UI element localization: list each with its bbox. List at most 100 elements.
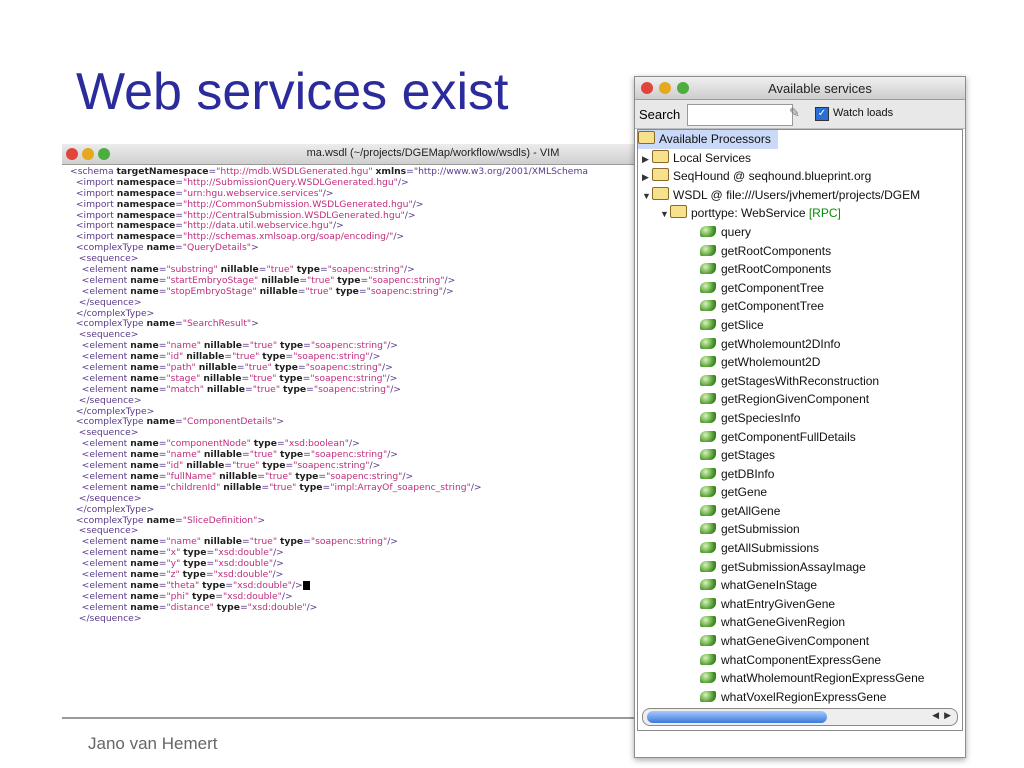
operation-gem-icon: [700, 542, 716, 554]
code-line: <complexType name="SearchResult">: [70, 318, 259, 330]
operation-gem-icon: [700, 690, 716, 702]
operation-gem-icon: [700, 244, 716, 256]
operation-label: whatWholemountRegionExpressGene: [721, 671, 925, 686]
operation-label: getSubmission: [721, 522, 800, 537]
operation-item[interactable]: getAllGene: [638, 502, 962, 521]
operation-item[interactable]: getWholemount2D: [638, 353, 962, 372]
operation-gem-icon: [700, 672, 716, 684]
operation-label: getAllGene: [721, 503, 781, 518]
operation-gem-icon: [700, 393, 716, 405]
operation-gem-icon: [700, 225, 716, 237]
operation-item[interactable]: getStagesWithReconstruction: [638, 372, 962, 391]
operation-label: getRegionGivenComponent: [721, 392, 870, 407]
tree-item-label: SeqHound @ seqhound.blueprint.org: [673, 169, 872, 184]
clear-search-icon[interactable]: ✎: [789, 105, 809, 123]
code-line: <element name="childrenId" nillable="tru…: [70, 481, 482, 493]
operation-gem-icon: [700, 449, 716, 461]
vim-titlebar: ma.wsdl (~/projects/DGEMap/workflow/wsdl…: [62, 144, 634, 165]
operation-item[interactable]: getDBInfo: [638, 465, 962, 484]
collapse-triangle-icon[interactable]: ▼: [642, 187, 652, 206]
operation-gem-icon: [700, 337, 716, 349]
operation-item[interactable]: getSubmissionAssayImage: [638, 558, 962, 577]
code-line: <complexType name="QueryDetails">: [70, 242, 259, 254]
operation-label: getSpeciesInfo: [721, 410, 801, 425]
operation-item[interactable]: whatGeneInStage: [638, 576, 962, 595]
operation-gem-icon: [700, 300, 716, 312]
search-input[interactable]: [687, 104, 793, 126]
collapse-triangle-icon[interactable]: ▼: [660, 205, 670, 224]
operation-item[interactable]: getRootComponents: [638, 242, 962, 261]
tree-item-label: Available Processors: [659, 132, 771, 146]
folder-icon: [652, 149, 669, 163]
operation-gem-icon: [700, 653, 716, 665]
code-line: </sequence>: [70, 296, 142, 308]
code-line: <element name="stopEmbryoStage" nillable…: [70, 285, 454, 297]
code-line: </sequence>: [70, 612, 142, 624]
text-cursor: [302, 580, 310, 590]
operation-item[interactable]: getSlice: [638, 316, 962, 335]
tree-item-label: WSDL @ file:///Users/jvhemert/projects/D…: [673, 187, 921, 202]
operation-item[interactable]: whatEntryGivenGene: [638, 595, 962, 614]
services-window-title: Available services: [768, 81, 872, 96]
operation-item[interactable]: getGene: [638, 483, 962, 502]
operation-item[interactable]: getRegionGivenComponent: [638, 390, 962, 409]
operation-item[interactable]: query: [638, 223, 962, 242]
code-line: </sequence>: [70, 492, 142, 504]
operation-gem-icon: [700, 374, 716, 386]
operation-gem-icon: [700, 411, 716, 423]
horizontal-scrollbar[interactable]: ◀ ▶: [642, 708, 958, 726]
processor-tree[interactable]: Available Processors ▶ Local Services ▶ Se…: [637, 129, 963, 731]
operation-label: getGene: [721, 485, 768, 500]
operations-list: query getRootComponents getRootComponents g…: [638, 223, 962, 725]
scroll-left-icon[interactable]: ◀: [932, 710, 939, 721]
slide-footer: Jano van Hemert: [88, 734, 218, 753]
operation-item[interactable]: whatGeneGivenRegion: [638, 613, 962, 632]
search-bar: Search ✎ ✓ Watch loads: [635, 100, 965, 129]
operation-item[interactable]: whatVoxelRegionExpressGene: [638, 688, 962, 707]
watch-loads-label: Watch loads: [833, 107, 894, 119]
operation-label: getAllSubmissions: [721, 541, 820, 556]
operation-item[interactable]: getRootComponents: [638, 260, 962, 279]
operation-item[interactable]: whatGeneGivenComponent: [638, 632, 962, 651]
operation-item[interactable]: getWholemount2DInfo: [638, 335, 962, 354]
scroll-right-icon[interactable]: ▶: [944, 710, 951, 721]
operation-item[interactable]: getAllSubmissions: [638, 539, 962, 558]
operation-item[interactable]: getSpeciesInfo: [638, 409, 962, 428]
folder-icon: [652, 168, 669, 182]
operation-label: getSubmissionAssayImage: [721, 559, 866, 574]
operation-item[interactable]: getComponentTree: [638, 297, 962, 316]
code-editor[interactable]: <schema targetNamespace="http://mdb.WSDL…: [62, 165, 634, 624]
expand-triangle-icon[interactable]: ▶: [642, 168, 652, 187]
operation-item[interactable]: getStages: [638, 446, 962, 465]
operation-gem-icon: [700, 597, 716, 609]
operation-item[interactable]: whatComponentExpressGene: [638, 651, 962, 670]
tree-item-wsdl[interactable]: ▼ WSDL @ file:///Users/jvhemert/projects/…: [638, 186, 962, 205]
operation-item[interactable]: getComponentFullDetails: [638, 428, 962, 447]
operation-gem-icon: [700, 281, 716, 293]
services-titlebar: Available services: [635, 77, 965, 100]
operation-gem-icon: [700, 318, 716, 330]
operation-item[interactable]: getSubmission: [638, 520, 962, 539]
scrollbar-thumb[interactable]: [647, 711, 827, 723]
operation-label: getComponentTree: [721, 299, 824, 314]
operation-label: query: [721, 224, 752, 239]
code-line: <complexType name="SliceDefinition">: [70, 514, 266, 526]
operation-gem-icon: [700, 486, 716, 498]
tree-item-porttype[interactable]: ▼ porttype: WebService [RPC]: [638, 204, 962, 223]
operation-gem-icon: [700, 523, 716, 535]
slide-title: Web services exist: [76, 63, 509, 121]
operation-label: getWholemount2D: [721, 355, 821, 370]
operation-gem-icon: [700, 560, 716, 572]
operation-item[interactable]: getComponentTree: [638, 279, 962, 298]
operation-gem-icon: [700, 263, 716, 275]
watch-loads-checkbox[interactable]: ✓: [815, 107, 829, 121]
operation-gem-icon: [700, 430, 716, 442]
operation-label: getRootComponents: [721, 262, 832, 277]
tree-item-local-services[interactable]: ▶ Local Services: [638, 149, 962, 168]
tree-item-seqhound[interactable]: ▶ SeqHound @ seqhound.blueprint.org: [638, 167, 962, 186]
expand-triangle-icon[interactable]: ▶: [642, 150, 652, 169]
folder-icon: [638, 131, 655, 144]
code-line: <element name="distance" type="xsd:doubl…: [70, 601, 318, 613]
tree-item-available-processors[interactable]: Available Processors: [638, 130, 778, 149]
operation-item[interactable]: whatWholemountRegionExpressGene: [638, 669, 962, 688]
